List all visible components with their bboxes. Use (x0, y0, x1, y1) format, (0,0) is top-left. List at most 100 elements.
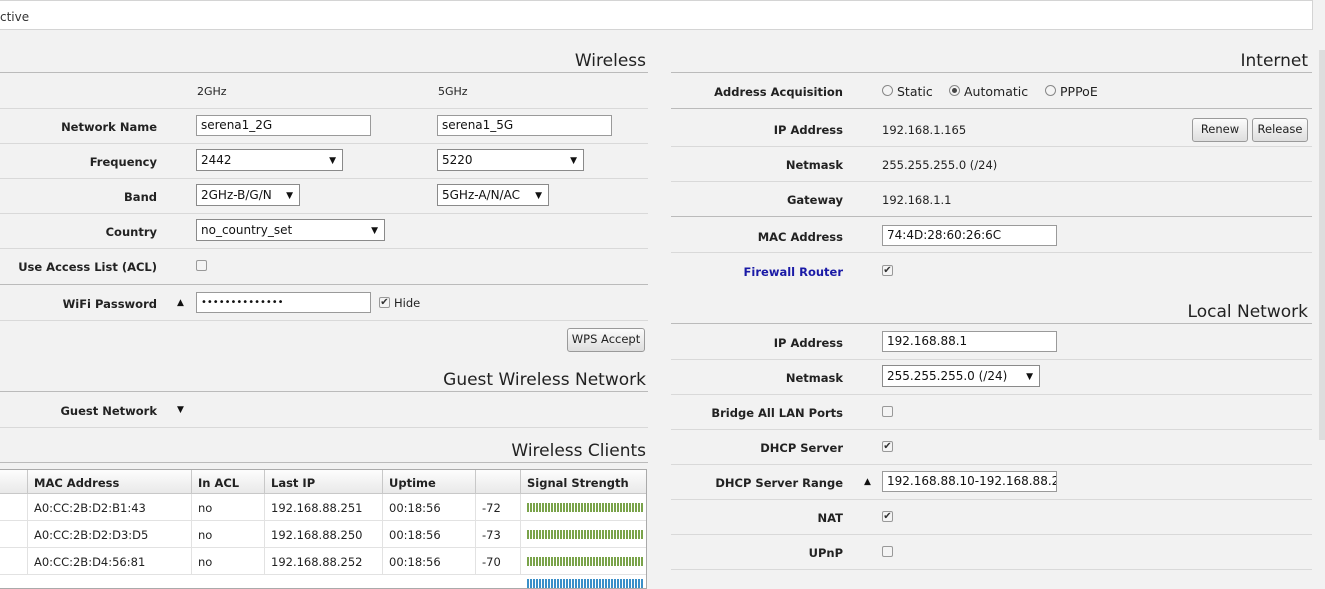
network-name-2g-input[interactable]: serena1_2G (196, 115, 371, 136)
divider (671, 181, 1312, 182)
cell-signal-bar (521, 575, 646, 588)
table-row[interactable] (0, 521, 28, 548)
column-header-uptime[interactable]: Uptime (383, 470, 476, 494)
chevron-down-icon: ▼ (371, 226, 378, 236)
band-2g-select[interactable]: 2GHz-B/G/N ▼ (196, 184, 300, 206)
column-header-signal-value[interactable] (476, 470, 521, 494)
cell-signal-bar (521, 548, 646, 575)
dhcp-server-checkbox[interactable]: ✔ (882, 441, 893, 452)
network-name-label: Network Name (61, 120, 157, 134)
column-header[interactable] (0, 470, 28, 494)
divider (0, 178, 648, 179)
divider (0, 427, 648, 428)
bridge-lan-label: Bridge All LAN Ports (711, 406, 843, 420)
table-row[interactable] (0, 548, 28, 575)
firewall-router-link[interactable]: Firewall Router (671, 265, 843, 279)
gateway-value: 192.168.1.1 (882, 193, 952, 207)
lan-ip-label: IP Address (773, 336, 843, 350)
band-5g-value: 5GHz-A/N/AC (442, 188, 520, 202)
signal-bar (527, 530, 643, 539)
frequency-5g-select[interactable]: 5220 ▼ (437, 149, 584, 171)
hide-label: Hide (394, 296, 421, 310)
nat-checkbox[interactable]: ✔ (882, 511, 893, 522)
upnp-checkbox[interactable] (882, 546, 893, 557)
renew-button[interactable]: Renew (1192, 118, 1248, 142)
acl-label: Use Access List (ACL) (18, 260, 157, 274)
acq-static-radio[interactable] (882, 85, 893, 96)
dhcp-range-input[interactable]: 192.168.88.10-192.168.88.254 (882, 471, 1057, 492)
nat-label: NAT (817, 511, 843, 525)
divider (671, 429, 1312, 430)
country-label: Country (105, 225, 157, 239)
cell-ip: 192.168.88.251 (265, 494, 383, 521)
guest-section-title: Guest Wireless Network (443, 370, 646, 390)
guest-network-label: Guest Network (60, 404, 157, 418)
release-button[interactable]: Release (1252, 118, 1308, 142)
divider (671, 216, 1312, 217)
column-header-signal-strength[interactable]: Signal Strength (521, 470, 646, 494)
frequency-label: Frequency (89, 155, 157, 169)
top-status-text: ctive (0, 10, 30, 24)
dhcp-range-label: DHCP Server Range (715, 476, 843, 490)
wifi-password-input[interactable]: •••••••••••••• (196, 292, 371, 313)
divider (671, 108, 1312, 109)
acq-automatic-radio[interactable] (949, 85, 960, 96)
collapse-triangle-icon[interactable]: ▲ (177, 298, 184, 308)
lan-ip-input[interactable]: 192.168.88.1 (882, 331, 1057, 352)
expand-triangle-icon[interactable]: ▼ (177, 405, 184, 415)
column-header-mac[interactable]: MAC Address (28, 470, 192, 494)
acq-automatic-label: Automatic (964, 84, 1029, 99)
chevron-down-icon: ▼ (329, 156, 336, 166)
cell-acl: no (192, 548, 265, 575)
cell-signal: -70 (476, 548, 521, 575)
collapse-triangle-icon[interactable]: ▲ (864, 477, 871, 487)
mac-address-label: MAC Address (757, 230, 843, 244)
local-section-title: Local Network (1187, 302, 1308, 322)
band-2g-value: 2GHz-B/G/N (201, 188, 272, 202)
divider (0, 143, 648, 144)
chevron-down-icon: ▼ (535, 191, 542, 201)
wan-netmask-value: 255.255.255.0 (/24) (882, 158, 998, 172)
scrollbar[interactable] (1319, 50, 1325, 440)
divider (0, 462, 648, 463)
frequency-2g-select[interactable]: 2442 ▼ (196, 149, 343, 171)
network-name-5g-input[interactable]: serena1_5G (437, 115, 612, 136)
frequency-2g-value: 2442 (201, 153, 232, 167)
hide-password-checkbox[interactable]: ✔ (379, 297, 390, 308)
internet-section-title: Internet (1240, 51, 1308, 71)
cell-signal: -73 (476, 521, 521, 548)
divider (671, 359, 1312, 360)
wifi-password-label: WiFi Password (62, 297, 157, 311)
wps-accept-button[interactable]: WPS Accept (567, 328, 645, 352)
acl-checkbox[interactable] (196, 260, 207, 271)
signal-bar (527, 503, 643, 512)
band-5g-header: 5GHz (438, 85, 468, 98)
top-status-bar: ctive (0, 0, 1313, 30)
mac-address-input[interactable]: 74:4D:28:60:26:6C (882, 225, 1057, 246)
cell-uptime: 00:18:56 (383, 521, 476, 548)
firewall-router-checkbox[interactable]: ✔ (882, 265, 893, 276)
acq-pppoe-radio[interactable] (1045, 85, 1056, 96)
divider (0, 248, 648, 249)
wireless-section-title: Wireless (574, 51, 646, 71)
cell-uptime: 00:18:56 (383, 494, 476, 521)
divider (671, 534, 1312, 535)
divider (671, 569, 1312, 570)
divider (671, 499, 1312, 500)
lan-netmask-label: Netmask (785, 371, 843, 385)
divider (671, 394, 1312, 395)
band-5g-select[interactable]: 5GHz-A/N/AC ▼ (437, 184, 549, 206)
bridge-lan-checkbox[interactable] (882, 406, 893, 417)
table-row[interactable] (0, 494, 28, 521)
acq-static-label: Static (897, 84, 933, 99)
column-header-acl[interactable]: In ACL (192, 470, 265, 494)
country-select[interactable]: no_country_set ▼ (196, 219, 385, 241)
column-header-ip[interactable]: Last IP (265, 470, 383, 494)
cell-signal-bar (521, 521, 646, 548)
divider (0, 284, 648, 285)
frequency-5g-value: 5220 (442, 153, 473, 167)
lan-netmask-select[interactable]: 255.255.255.0 (/24) ▼ (882, 365, 1040, 387)
divider (671, 464, 1312, 465)
divider (671, 323, 1312, 324)
lan-netmask-value: 255.255.255.0 (/24) (887, 369, 1008, 383)
